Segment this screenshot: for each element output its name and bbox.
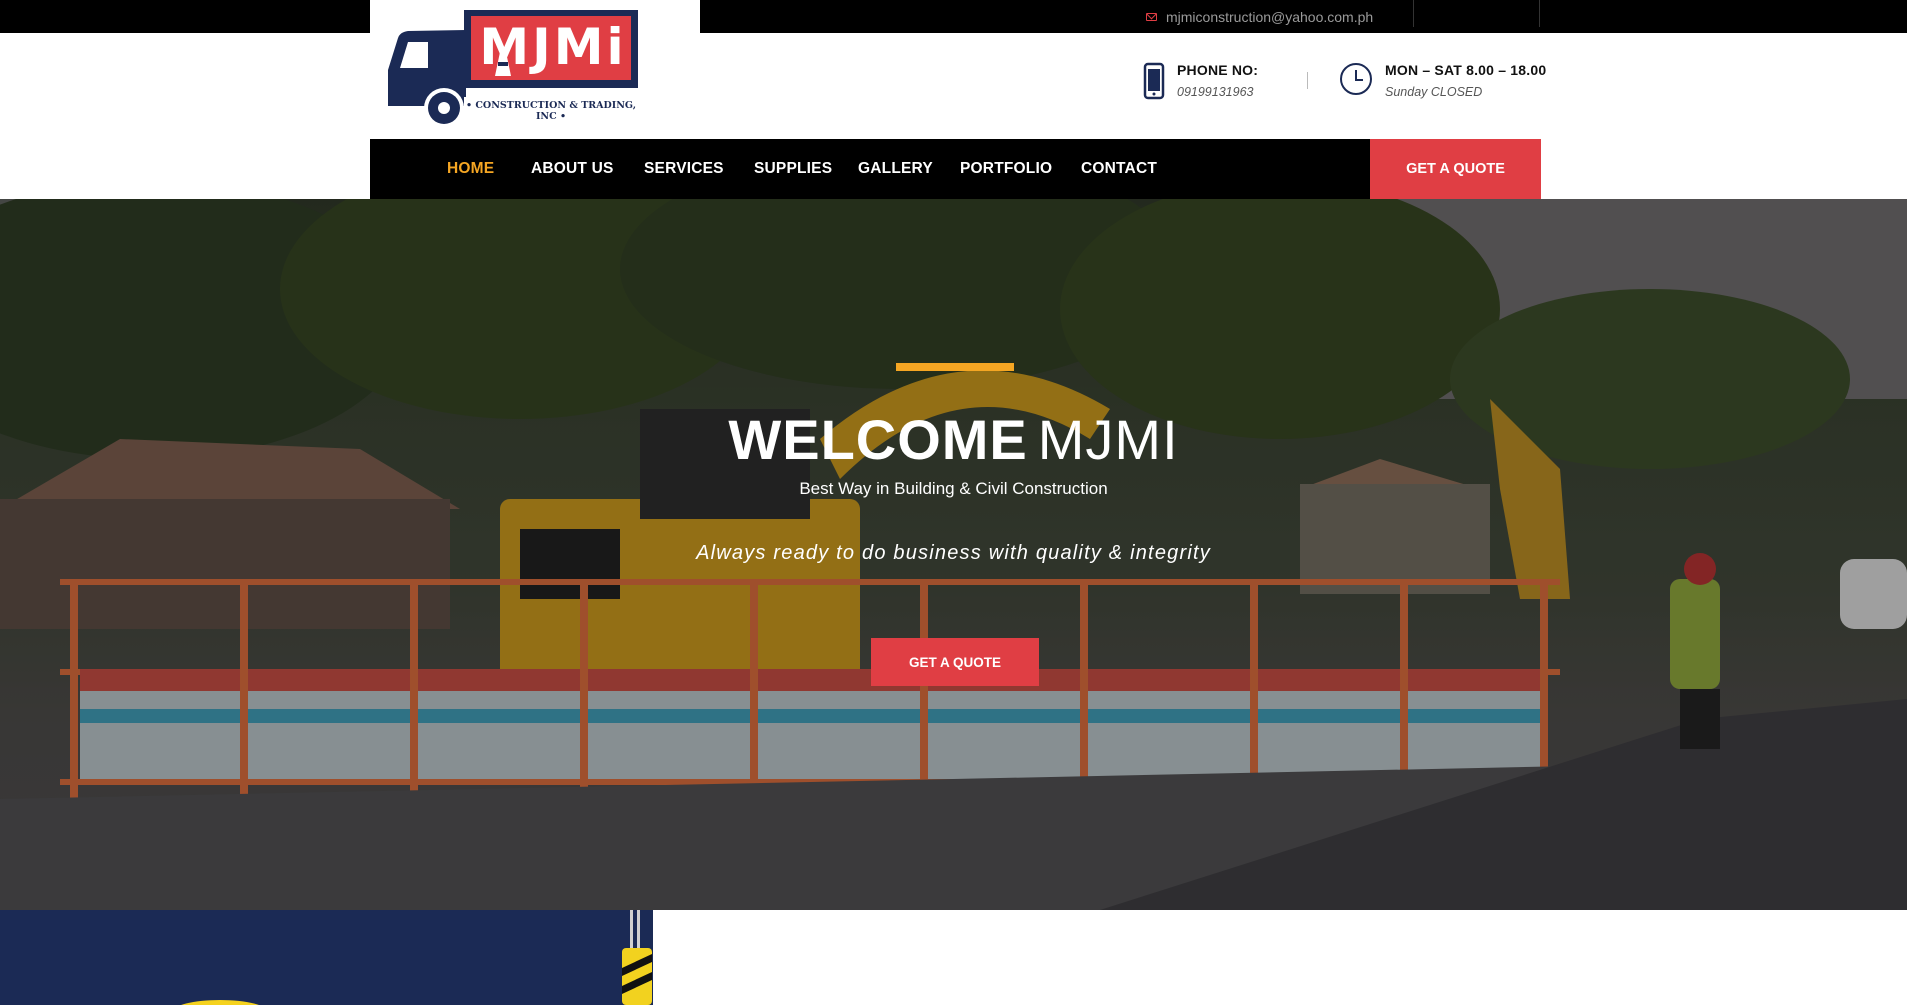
nav-item-portfolio[interactable]: PORTFOLIO <box>960 139 1052 199</box>
logo-brand-text: MJMi <box>479 18 627 76</box>
top-bar-divider <box>1539 0 1540 27</box>
about-content-panel <box>653 910 1907 1005</box>
hero-title-bold: WELCOME <box>728 408 1028 471</box>
get-a-quote-button[interactable]: GET A QUOTE <box>1370 139 1541 199</box>
hero-title: WELCOME MJMI <box>0 409 1907 471</box>
nav-item-contact[interactable]: CONTACT <box>1081 139 1157 199</box>
main-nav: HOME ABOUT US SERVICES SUPPLIES GALLERY … <box>370 139 1541 199</box>
nav-item-supplies[interactable]: SUPPLIES <box>754 139 832 199</box>
hero-subtitle: Best Way in Building & Civil Constructio… <box>799 479 1108 498</box>
header-divider <box>1307 72 1308 89</box>
phone-number[interactable]: 09199131963 <box>1177 85 1258 99</box>
top-email-link[interactable]: mjmiconstruction@yahoo.com.ph <box>1146 0 1373 33</box>
crane-hook-image <box>181 910 652 1005</box>
phone-info: PHONE NO: 09199131963 <box>1143 62 1258 100</box>
about-image-panel <box>0 910 653 1005</box>
nav-item-gallery[interactable]: GALLERY <box>858 139 933 199</box>
mobile-phone-icon <box>1143 62 1165 100</box>
site-logo[interactable]: MJMi • CONSTRUCTION & TRADING, INC • <box>370 0 700 139</box>
envelope-icon <box>1146 12 1157 21</box>
hero-get-a-quote-button[interactable]: GET A QUOTE <box>871 638 1039 686</box>
hours-info: MON – SAT 8.00 – 18.00 Sunday CLOSED <box>1339 62 1546 99</box>
hours-label: MON – SAT 8.00 – 18.00 <box>1385 62 1547 78</box>
clock-icon <box>1340 63 1372 95</box>
top-bar <box>0 0 1907 33</box>
hero-accent-bar <box>896 363 1014 371</box>
nav-item-services[interactable]: SERVICES <box>644 139 724 199</box>
top-bar-divider <box>1413 0 1414 27</box>
phone-label: PHONE NO: <box>1177 62 1259 78</box>
nav-item-about-us[interactable]: ABOUT US <box>531 139 614 199</box>
hero-tagline: Always ready to do business with quality… <box>696 542 1211 564</box>
logo-tagline: • CONSTRUCTION & TRADING, INC • <box>465 100 637 122</box>
hours-note: Sunday CLOSED <box>1385 85 1483 99</box>
nav-item-home[interactable]: HOME <box>447 139 494 199</box>
top-email-text: mjmiconstruction@yahoo.com.ph <box>1166 8 1374 25</box>
hero-section: WELCOME MJMI Best Way in Building & Civil… <box>0 199 1907 910</box>
hero-title-light: MJMI <box>1037 408 1179 471</box>
